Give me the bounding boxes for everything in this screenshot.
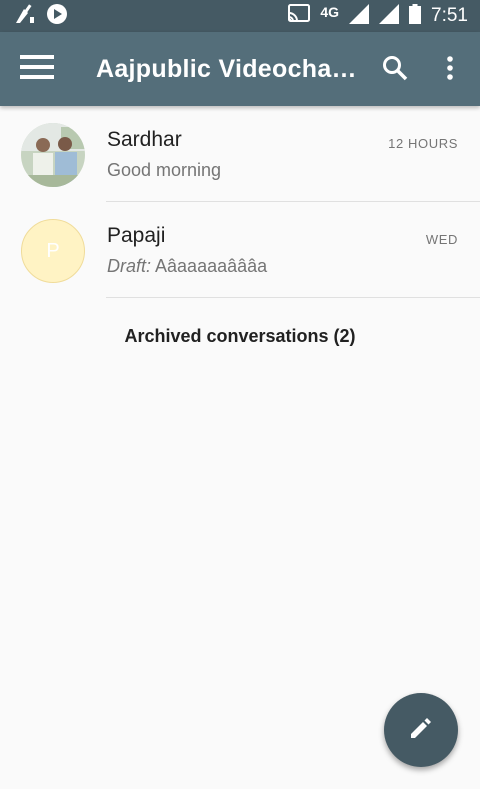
app-bar: Aajpublic Videocha…	[0, 32, 480, 106]
message-snippet: Good morning	[107, 160, 222, 180]
more-vert-icon	[446, 55, 454, 85]
avatar-letter: P	[46, 239, 60, 262]
divider	[106, 297, 480, 298]
search-icon	[382, 55, 408, 86]
search-button[interactable]	[376, 51, 414, 89]
timestamp: 12 HOURS	[388, 136, 458, 151]
draft-label: Draft:	[107, 256, 152, 276]
avatar[interactable]: P	[21, 219, 85, 283]
menu-button[interactable]	[14, 49, 60, 89]
signal-icon	[349, 3, 370, 29]
draft-text: Aâaaaaaâââa	[155, 256, 268, 276]
avatar[interactable]	[21, 123, 85, 187]
edit-icon	[408, 715, 434, 746]
menu-icon	[20, 54, 54, 85]
archived-conversations-link[interactable]: Archived conversations (2)	[0, 326, 480, 347]
conversation-item[interactable]: P Papaji WED Draft: Aâaaaaaâââa	[0, 202, 480, 298]
more-options-button[interactable]	[432, 51, 468, 89]
compose-button[interactable]	[384, 693, 458, 767]
signal-icon	[379, 3, 400, 29]
network-type: 4G	[320, 4, 340, 20]
app-title: Aajpublic Videocha…	[96, 55, 357, 83]
contact-name: Sardhar	[107, 128, 182, 151]
broom-icon	[14, 3, 36, 30]
status-bar-right: 4G 7:51	[288, 0, 468, 32]
contact-name: Papaji	[107, 224, 166, 247]
cast-icon	[288, 3, 311, 29]
battery-icon	[409, 3, 422, 29]
timestamp: WED	[425, 232, 458, 247]
status-bar: 4G 7:51	[0, 0, 480, 32]
clock: 7:51	[431, 5, 468, 26]
conversation-item[interactable]: Sardhar 12 HOURS Good morning	[0, 106, 480, 202]
conversation-list: Sardhar 12 HOURS Good morning P Papaji W…	[0, 106, 480, 298]
status-bar-left	[14, 3, 68, 30]
message-snippet: Draft: Aâaaaaaâââa	[107, 256, 267, 277]
app-notification-icon	[46, 3, 68, 30]
